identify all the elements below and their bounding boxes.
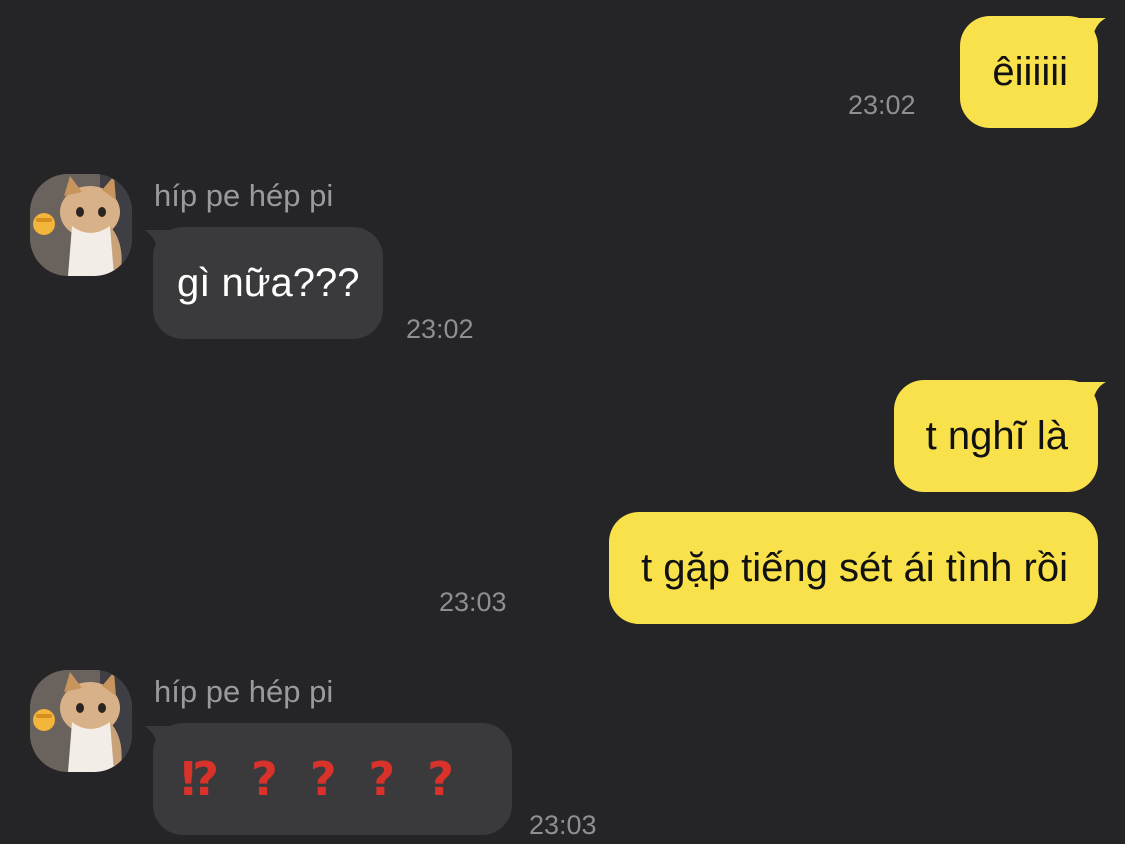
message-timestamp: 23:03 — [439, 587, 507, 617]
chat-thread[interactable]: 23:02 êiiiiii híp pe hép pi gì nữa??? 23… — [0, 0, 1125, 844]
sender-name: híp pe hép pi — [154, 674, 334, 709]
question-mark-emoji-icon: ? — [427, 752, 454, 806]
bubble-tail-icon — [1076, 382, 1106, 406]
outgoing-message-bubble[interactable]: t gặp tiếng sét ái tình rồi — [609, 512, 1098, 624]
emoji-row: ⁉ ? ? ? ? — [181, 723, 484, 835]
contact-avatar[interactable] — [30, 174, 132, 276]
outgoing-message-bubble[interactable]: t nghĩ là — [893, 380, 1098, 492]
message-text: t gặp tiếng sét ái tình rồi — [641, 546, 1068, 590]
message-timestamp: 23:03 — [529, 810, 597, 840]
question-mark-emoji-icon: ? — [309, 752, 337, 806]
message-text: gì nữa??? — [177, 261, 360, 305]
cat-avatar-icon — [30, 670, 132, 772]
question-mark-emoji-icon: ? — [368, 752, 396, 806]
question-mark-emoji-icon: ? — [251, 752, 278, 806]
incoming-emoji-message-bubble[interactable]: ⁉ ? ? ? ? — [153, 723, 512, 835]
contact-avatar[interactable] — [30, 670, 132, 772]
message-timestamp: 23:02 — [406, 314, 474, 344]
sender-name: híp pe hép pi — [154, 178, 334, 213]
message-text: êiiiiii — [992, 50, 1068, 94]
incoming-message-bubble[interactable]: gì nữa??? — [153, 227, 384, 339]
message-timestamp: 23:02 — [848, 90, 916, 120]
exclamation-question-emoji-icon: ⁉ — [181, 752, 220, 806]
cat-avatar-icon — [30, 174, 132, 276]
bubble-tail-icon — [1076, 18, 1106, 42]
message-text: t nghĩ là — [925, 414, 1068, 458]
